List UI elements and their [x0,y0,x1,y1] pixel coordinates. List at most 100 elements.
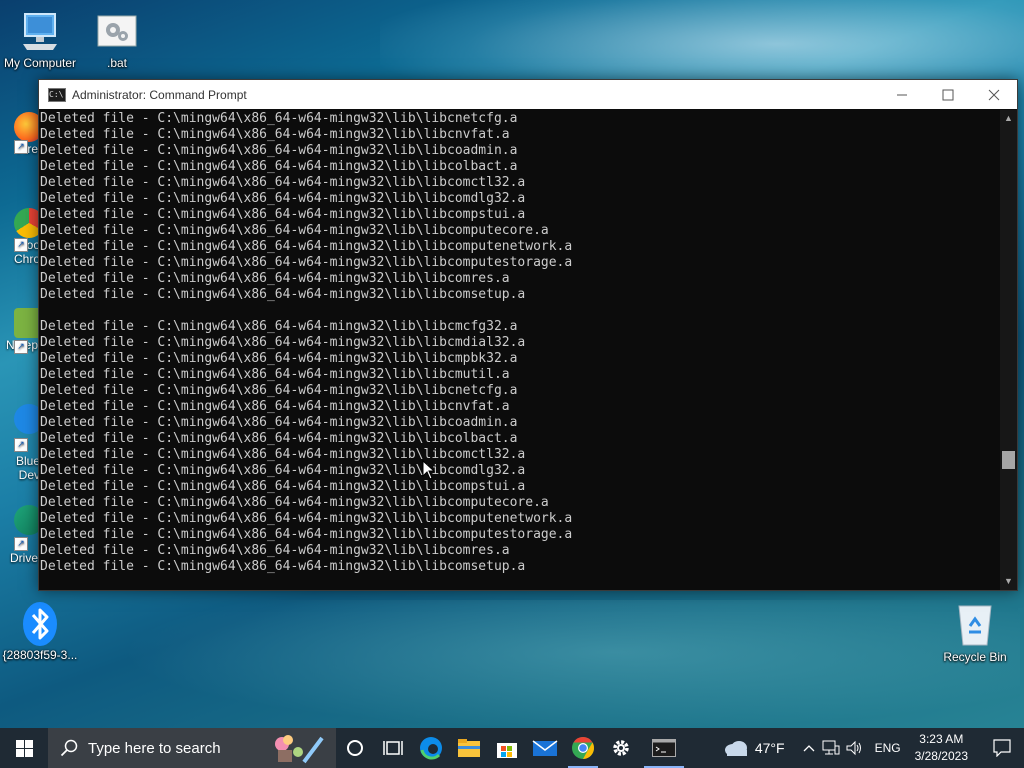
clock-time: 3:23 AM [919,732,964,746]
store-icon [497,743,517,758]
clock[interactable]: 3:23 AM 3/28/2023 [915,731,968,765]
console-line: Deleted file - C:\mingw64\x86_64-w64-min… [40,255,573,270]
console-line: Deleted file - C:\mingw64\x86_64-w64-min… [40,335,526,350]
console-line: Deleted file - C:\mingw64\x86_64-w64-min… [40,527,573,542]
shortcut-arrow-icon: ↗ [14,340,28,354]
console-line: Deleted file - C:\mingw64\x86_64-w64-min… [40,415,518,430]
shortcut-arrow-icon: ↗ [14,140,28,154]
scroll-up-icon[interactable]: ▲ [1000,110,1017,127]
console-line: Deleted file - C:\mingw64\x86_64-w64-min… [40,143,518,158]
taskbar: Type here to search 47°F ENG 3:23 AM 3/2… [0,728,1024,768]
desktop-icon-my-computer[interactable]: My Computer [0,10,80,70]
console-line: Deleted file - C:\mingw64\x86_64-w64-min… [40,159,518,174]
task-view-icon [383,741,403,755]
drive-icon [14,505,40,535]
bluetooth-icon [19,600,61,646]
clock-date: 3/28/2023 [914,749,968,763]
weather-temperature: 47°F [754,740,785,756]
maximize-button[interactable] [925,80,971,109]
chrome-icon [14,208,40,238]
window-title: Administrator: Command Prompt [72,87,247,102]
speaker-icon [846,740,861,756]
batch-file-icon [96,10,138,52]
command-prompt-icon [652,739,676,757]
chevron-up-icon [803,745,815,752]
console-line: Deleted file - C:\mingw64\x86_64-w64-min… [40,447,526,462]
cortana-button[interactable] [336,728,374,768]
console-line: Deleted file - C:\mingw64\x86_64-w64-min… [40,543,510,558]
task-view-button[interactable] [374,728,412,768]
notification-icon [993,739,1011,757]
chrome-button[interactable] [564,728,602,768]
mail-button[interactable] [526,728,564,768]
bluetooth-devices-icon [14,404,40,434]
console-line: Deleted file - C:\mingw64\x86_64-w64-min… [40,511,573,526]
console-line: Deleted file - C:\mingw64\x86_64-w64-min… [40,287,526,302]
start-button[interactable] [0,728,48,768]
shortcut-arrow-icon: ↗ [14,438,28,452]
close-button[interactable] [971,80,1017,109]
console-line: Deleted file - C:\mingw64\x86_64-w64-min… [40,191,526,206]
desktop-icon-notepad[interactable]: ↗ Notep [0,308,40,372]
desktop-icon-bat-file[interactable]: .bat [77,10,157,70]
store-button[interactable] [488,728,526,768]
console-line: Deleted file - C:\mingw64\x86_64-w64-min… [40,175,526,190]
console-line: Deleted file - C:\mingw64\x86_64-w64-min… [40,463,526,478]
shortcut-arrow-icon: ↗ [14,537,28,551]
computer-icon [19,10,61,52]
desktop-icon-firefox[interactable]: ↗ Fire [0,112,40,174]
desktop-icon-bluetooth[interactable]: {28803f59-3... [0,600,80,662]
show-hidden-icons-button[interactable] [799,728,819,768]
file-explorer-button[interactable] [450,728,488,768]
network-icon [822,740,840,755]
scroll-down-icon[interactable]: ▼ [1000,573,1017,590]
weather-widget[interactable]: 47°F [723,739,785,757]
settings-icon [613,740,629,756]
edge-icon [420,737,442,760]
console-line: Deleted file - C:\mingw64\x86_64-w64-min… [40,111,518,126]
desktop-icon-label: Recycle Bin [943,650,1007,664]
console-line: Deleted file - C:\mingw64\x86_64-w64-min… [40,127,510,142]
command-prompt-window[interactable]: C:\ Administrator: Command Prompt Delete… [38,79,1018,591]
desktop-icon-chrome[interactable]: ↗ Goo Chro [0,208,40,288]
command-prompt-icon: C:\ [48,87,66,102]
search-icon [60,739,78,757]
console-line: Deleted file - C:\mingw64\x86_64-w64-min… [40,207,526,222]
desktop-icon-drive[interactable]: ↗ Drive [0,505,40,569]
console-output[interactable]: Deleted file - C:\mingw64\x86_64-w64-min… [39,110,1000,590]
maximize-icon [942,89,954,100]
console-line: Deleted file - C:\mingw64\x86_64-w64-min… [40,495,549,510]
file-explorer-icon [458,739,480,757]
notepad-icon [14,308,40,338]
console-line: Deleted file - C:\mingw64\x86_64-w64-min… [40,271,510,286]
volume-button[interactable] [843,728,867,768]
wallpaper-wave [120,600,1020,730]
desktop-icon-bluetooth-devices[interactable]: ↗ Blue Dev [0,404,40,486]
command-prompt-taskbar-button[interactable] [640,728,688,768]
console-line: Deleted file - C:\mingw64\x86_64-w64-min… [40,399,510,414]
system-tray: 47°F ENG 3:23 AM 3/28/2023 [723,728,1024,768]
mouse-cursor-icon [422,460,436,480]
notifications-button[interactable] [980,728,1024,768]
recycle-bin-icon [954,604,996,646]
minimize-button[interactable] [879,80,925,109]
console-line: Deleted file - C:\mingw64\x86_64-w64-min… [40,383,518,398]
window-titlebar[interactable]: C:\ Administrator: Command Prompt [39,80,1017,109]
edge-button[interactable] [412,728,450,768]
taskbar-search-box[interactable]: Type here to search [48,728,336,768]
desktop-icon-label: My Computer [3,56,77,70]
console-line: Deleted file - C:\mingw64\x86_64-w64-min… [40,319,518,334]
network-button[interactable] [819,728,843,768]
console-line: Deleted file - C:\mingw64\x86_64-w64-min… [40,559,526,574]
cloud-icon [724,741,747,756]
shortcut-arrow-icon: ↗ [14,238,28,252]
desktop-icon-recycle-bin[interactable]: Recycle Bin [935,604,1015,664]
desktop-icon-label: {28803f59-3... [2,648,78,662]
language-indicator[interactable]: ENG [875,741,901,755]
mail-icon [532,740,558,756]
scrollbar-thumb[interactable] [1002,451,1015,469]
vertical-scrollbar[interactable]: ▲ ▼ [1000,110,1017,590]
chrome-icon [572,737,594,759]
settings-button[interactable] [602,728,640,768]
